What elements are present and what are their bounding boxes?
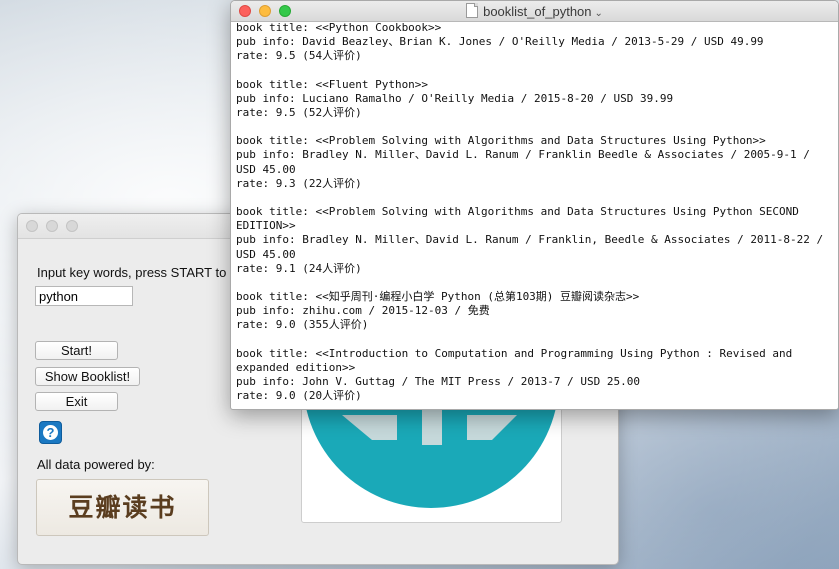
app-minimize-button[interactable] — [46, 220, 58, 232]
pub-info-line: pub info: Bradley N. Miller、David L. Ran… — [236, 233, 830, 261]
pub-info-line: pub info: Bradley N. Miller、David L. Ran… — [236, 148, 817, 176]
book-record: book title: <<Introduction to Computatio… — [236, 347, 832, 404]
book-record: book title: <<Python Cookbook>> pub info:… — [236, 21, 832, 64]
booklist-text-window: booklist_of_python ⌄ book title: <<Python… — [230, 0, 839, 410]
book-title-line: book title: <<Python Cookbook>> — [236, 21, 442, 34]
book-record: book title: <<Problem Solving with Algor… — [236, 205, 832, 276]
window-title[interactable]: booklist_of_python ⌄ — [231, 3, 838, 19]
logo-image-panel — [301, 394, 562, 523]
book-logo-icon — [303, 395, 559, 508]
chevron-down-icon: ⌄ — [594, 8, 603, 19]
pub-info-line: pub info: zhihu.com / 2015-12-03 / 免费 — [236, 304, 490, 318]
powered-by-label: All data powered by: — [37, 457, 155, 472]
app-maximize-button[interactable] — [66, 220, 78, 232]
exit-button[interactable]: Exit — [35, 392, 118, 411]
douban-reading-logo: 豆瓣读书 — [36, 479, 209, 536]
rate-line: rate: 9.5 (54人评价) — [236, 49, 362, 63]
pub-info-line: pub info: Luciano Ramalho / O'Reilly Med… — [236, 91, 674, 105]
rate-line: rate: 9.0 (20人评价) — [236, 389, 362, 403]
show-booklist-button[interactable]: Show Booklist! — [35, 367, 140, 386]
book-record: book title: <<Problem Solving with Algor… — [236, 134, 832, 191]
booklist-text-content[interactable]: book title: <<Python Cookbook>> pub info:… — [236, 21, 832, 409]
document-icon — [466, 3, 479, 18]
rate-line: rate: 9.3 (22人评价) — [236, 176, 362, 190]
keyword-input[interactable] — [35, 286, 133, 306]
book-title-line: book title: <<Problem Solving with Algor… — [236, 205, 806, 233]
pub-info-line: pub info: David Beazley、Brian K. Jones /… — [236, 35, 764, 49]
book-title-line: book title: <<知乎周刊·编程小白学 Python (总第103期)… — [236, 290, 640, 304]
window-title-text: booklist_of_python — [483, 4, 592, 19]
pub-info-line: pub info: John V. Guttag / The MIT Press… — [236, 375, 640, 389]
app-close-button[interactable] — [26, 220, 38, 232]
book-title-line: book title: <<Introduction to Computatio… — [236, 346, 799, 374]
start-button[interactable]: Start! — [35, 341, 118, 360]
keyword-prompt-label: Input key words, press START to — [37, 265, 227, 280]
rate-line: rate: 9.1 (24人评价) — [236, 261, 362, 275]
book-record: book title: <<Fluent Python>> pub info: L… — [236, 78, 832, 121]
rate-line: rate: 9.5 (52人评价) — [236, 106, 362, 120]
help-button[interactable]: ? — [39, 421, 62, 444]
rate-line: rate: 9.0 (355人评价) — [236, 318, 369, 332]
book-title-line: book title: <<Fluent Python>> — [236, 77, 429, 91]
help-icon: ? — [43, 425, 58, 440]
book-record: book title: <<知乎周刊·编程小白学 Python (总第103期)… — [236, 290, 832, 333]
text-window-titlebar[interactable]: booklist_of_python ⌄ — [231, 1, 838, 22]
book-title-line: book title: <<Problem Solving with Algor… — [236, 134, 766, 148]
